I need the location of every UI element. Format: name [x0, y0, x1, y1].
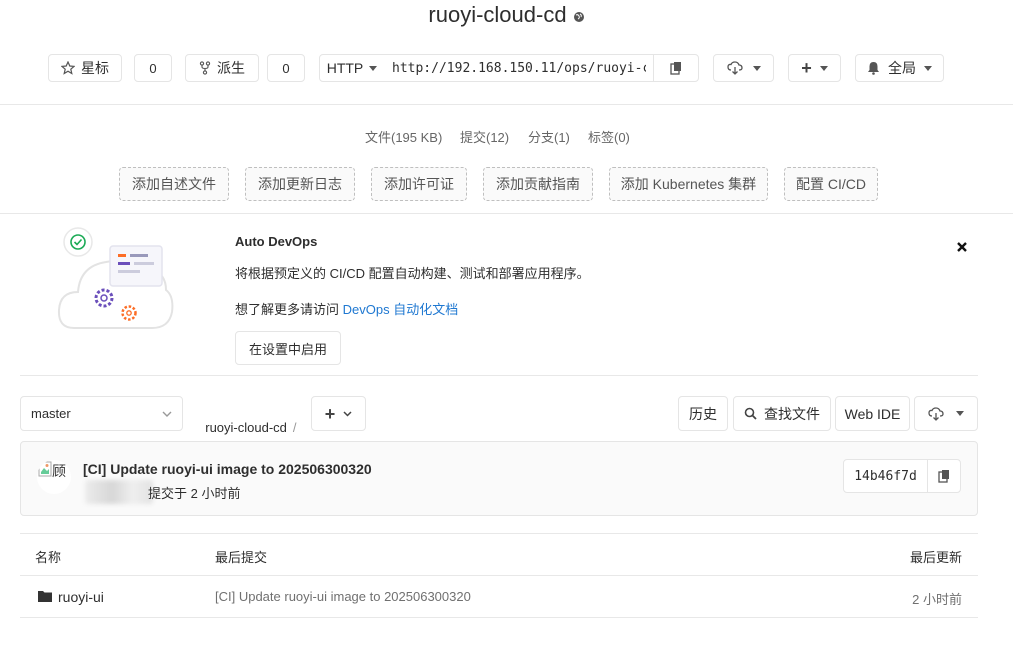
find-file-button[interactable]: 查找文件: [733, 396, 831, 431]
commit-meta: 提交于 2 小时前: [148, 486, 241, 501]
plus-icon: +: [801, 58, 812, 78]
add-to-tree-dropdown[interactable]: +: [311, 396, 366, 431]
setup-ci-cd-button[interactable]: 配置 CI/CD: [784, 167, 878, 201]
last-commit-card: 顾 [CI] Update ruoyi-ui image to 20250630…: [20, 441, 978, 516]
page-title: ruoyi-cloud-cd: [0, 0, 1013, 30]
find-file-label: 查找文件: [764, 405, 820, 422]
devops-illustration: [56, 224, 176, 336]
clipboard-icon: [937, 469, 951, 483]
fork-count[interactable]: 0: [267, 54, 305, 82]
file-table: 名称 最后提交 最后更新 ruoyi-ui [CI] Update ruoyi-…: [20, 533, 978, 620]
chevron-down-icon: [956, 411, 964, 416]
download-dropdown[interactable]: [914, 396, 978, 431]
files-stat[interactable]: 文件(195 KB): [365, 127, 442, 146]
notification-dropdown[interactable]: 全局: [855, 54, 944, 82]
row-name[interactable]: ruoyi-ui: [58, 589, 104, 605]
cloud-download-icon: [726, 61, 743, 75]
divider: [0, 104, 1013, 105]
project-title: ruoyi-cloud-cd: [428, 2, 567, 27]
row-commit[interactable]: [CI] Update ruoyi-ui image to 2025063003…: [215, 589, 471, 604]
fork-icon: [199, 61, 211, 75]
chevron-down-icon: [343, 410, 352, 417]
star-count[interactable]: 0: [134, 54, 172, 82]
tags-stat[interactable]: 标签(0): [588, 127, 630, 146]
folder-icon: [38, 590, 52, 602]
web-ide-button[interactable]: Web IDE: [835, 396, 910, 431]
fork-label: 派生: [217, 60, 245, 76]
star-button[interactable]: 星标: [48, 54, 122, 82]
protocol-label: HTTP: [326, 60, 364, 76]
header-name: 名称: [35, 550, 62, 565]
notification-label: 全局: [888, 60, 916, 76]
divider: [0, 213, 1013, 214]
branch-name: master: [31, 406, 71, 421]
avatar[interactable]: 顾: [37, 460, 71, 494]
branches-stat[interactable]: 分支(1): [528, 127, 570, 146]
star-icon: [61, 61, 75, 75]
add-kubernetes-button[interactable]: 添加 Kubernetes 集群: [609, 167, 768, 201]
copy-url-button[interactable]: [653, 54, 699, 82]
devops-learn-more: 想了解更多请访问 DevOps 自动化文档: [235, 299, 458, 318]
history-button[interactable]: 历史: [678, 396, 728, 431]
table-header: 名称 最后提交 最后更新: [20, 533, 978, 576]
download-dropdown[interactable]: [713, 54, 774, 82]
devops-description: 将根据预定义的 CI/CD 配置自动构建、测试和部署应用程序。: [235, 266, 590, 281]
breadcrumb: ruoyi-cloud-cd /: [198, 405, 297, 435]
commits-stat[interactable]: 提交(12): [460, 127, 509, 146]
breadcrumb-root[interactable]: ruoyi-cloud-cd: [205, 420, 287, 435]
star-label: 星标: [81, 60, 109, 76]
protocol-dropdown[interactable]: HTTP: [319, 54, 385, 82]
commit-author-blur: [85, 480, 153, 504]
breadcrumb-separator: /: [292, 420, 297, 435]
devops-learn-prefix: 想了解更多请访问: [235, 302, 343, 317]
header-last-update: 最后更新: [909, 550, 962, 565]
cloud-download-icon: [928, 406, 944, 421]
close-icon[interactable]: [955, 240, 969, 254]
clipboard-icon: [669, 61, 683, 75]
devops-docs-link[interactable]: DevOps 自动化文档: [343, 302, 459, 317]
enable-in-settings-button[interactable]: 在设置中启用: [235, 331, 341, 365]
chevron-down-icon: [162, 411, 172, 417]
commit-sha-button[interactable]: 14b46f7d: [843, 459, 928, 493]
table-row[interactable]: ruoyi-ui [CI] Update ruoyi-ui image to 2…: [20, 576, 978, 618]
commit-title[interactable]: [CI] Update ruoyi-ui image to 2025063003…: [83, 461, 372, 477]
devops-title: Auto DevOps: [235, 234, 318, 249]
header-last-commit: 最后提交: [215, 550, 268, 565]
divider: [20, 375, 978, 376]
clone-url-input[interactable]: [384, 54, 654, 82]
chevron-down-icon: [924, 65, 932, 71]
copy-sha-button[interactable]: [927, 459, 961, 493]
branch-selector[interactable]: master: [20, 396, 183, 431]
avatar-alt-text: 顾: [52, 463, 66, 479]
chevron-down-icon: [369, 65, 378, 71]
chevron-down-icon: [752, 65, 761, 71]
add-license-button[interactable]: 添加许可证: [371, 167, 467, 201]
add-readme-button[interactable]: 添加自述文件: [119, 167, 229, 201]
fork-button[interactable]: 派生: [185, 54, 259, 82]
globe-icon: [573, 11, 585, 23]
add-dropdown[interactable]: +: [788, 54, 841, 82]
bell-icon: [867, 61, 880, 75]
plus-icon: +: [324, 403, 336, 424]
search-icon: [744, 407, 757, 420]
row-updated: 2 小时前: [912, 592, 962, 607]
add-contributing-button[interactable]: 添加贡献指南: [483, 167, 593, 201]
add-changelog-button[interactable]: 添加更新日志: [245, 167, 355, 201]
chevron-down-icon: [819, 65, 828, 71]
